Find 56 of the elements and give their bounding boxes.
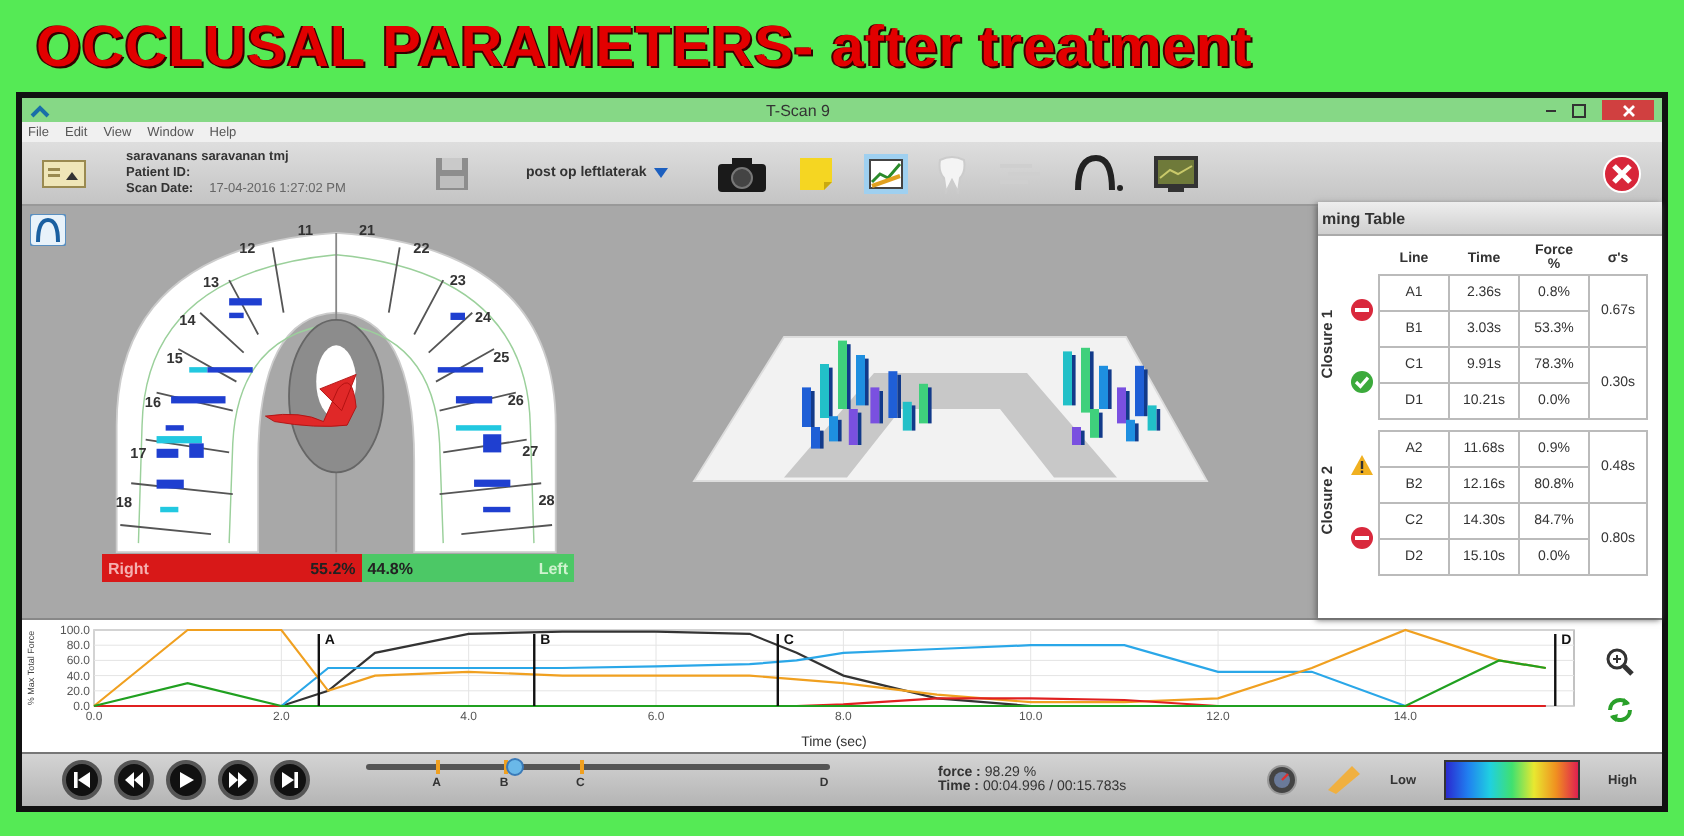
- left-label: Left: [538, 559, 568, 577]
- monitor-icon[interactable]: [1152, 153, 1201, 193]
- refresh-icon[interactable]: [1606, 696, 1634, 724]
- tooth-number: 13: [202, 273, 220, 292]
- caret-icon: [654, 168, 669, 178]
- close-icon: [1621, 103, 1635, 117]
- rewind-icon: [124, 770, 144, 790]
- zoom-in-icon[interactable]: [1606, 648, 1634, 676]
- fast-forward-button[interactable]: [218, 760, 258, 800]
- marker-line: [533, 634, 536, 706]
- tooth-number: 12: [239, 238, 256, 257]
- play-button[interactable]: [166, 760, 206, 800]
- color-scale: [1444, 760, 1580, 800]
- tooth-number: 21: [358, 222, 376, 239]
- marker-line: [1554, 634, 1557, 706]
- slide-title: OCCLUSAL PARAMETERS- after treatment: [34, 14, 1255, 84]
- arch-icon[interactable]: [1072, 153, 1125, 193]
- timing-table-title: ming Table: [1322, 209, 1406, 227]
- tooth-number: 23: [449, 271, 466, 290]
- skip-to-start-button[interactable]: [62, 760, 102, 800]
- minimize-icon[interactable]: [1546, 109, 1556, 111]
- tooth-number: 27: [522, 442, 539, 461]
- tooth-number: 26: [507, 391, 524, 410]
- tooth-number: 25: [493, 347, 510, 366]
- id-card-icon[interactable]: [42, 159, 86, 187]
- tooth-number: 16: [144, 393, 162, 412]
- tooth-number: 14: [179, 311, 196, 330]
- marker-line: [317, 634, 320, 706]
- skip-to-start-icon: [72, 770, 92, 790]
- close-icon[interactable]: [1602, 153, 1642, 193]
- restore-icon[interactable]: [1572, 103, 1586, 117]
- window-title: T-Scan 9: [763, 101, 832, 119]
- fast-forward-icon: [228, 770, 248, 790]
- rewind-button[interactable]: [114, 760, 154, 800]
- gauge-icon[interactable]: [1266, 764, 1298, 796]
- skip-to-end-button[interactable]: [270, 760, 310, 800]
- right-percentage: 55.2%: [310, 559, 356, 577]
- marker-line: [776, 634, 779, 706]
- right-label: Right: [108, 559, 149, 577]
- tooth-number: 17: [130, 443, 147, 462]
- close-window-button[interactable]: [1602, 100, 1654, 120]
- playback-slider[interactable]: [366, 764, 830, 770]
- tooth-number: 22: [413, 238, 430, 257]
- skip-to-end-icon: [280, 770, 300, 790]
- tooth-number: 24: [475, 307, 492, 326]
- left-percentage: 44.8%: [367, 559, 413, 577]
- tooth-number: 28: [538, 491, 555, 509]
- tooth-number: 18: [115, 492, 132, 511]
- play-icon: [176, 770, 196, 790]
- tooth-number: 15: [166, 349, 183, 368]
- camera-icon[interactable]: [716, 153, 769, 193]
- collapse-icon[interactable]: [30, 103, 50, 117]
- tooth-number: 11: [297, 222, 313, 239]
- slider-thumb[interactable]: [506, 758, 525, 776]
- arch-view-button[interactable]: [30, 214, 66, 246]
- chart-image-icon[interactable]: [864, 153, 909, 193]
